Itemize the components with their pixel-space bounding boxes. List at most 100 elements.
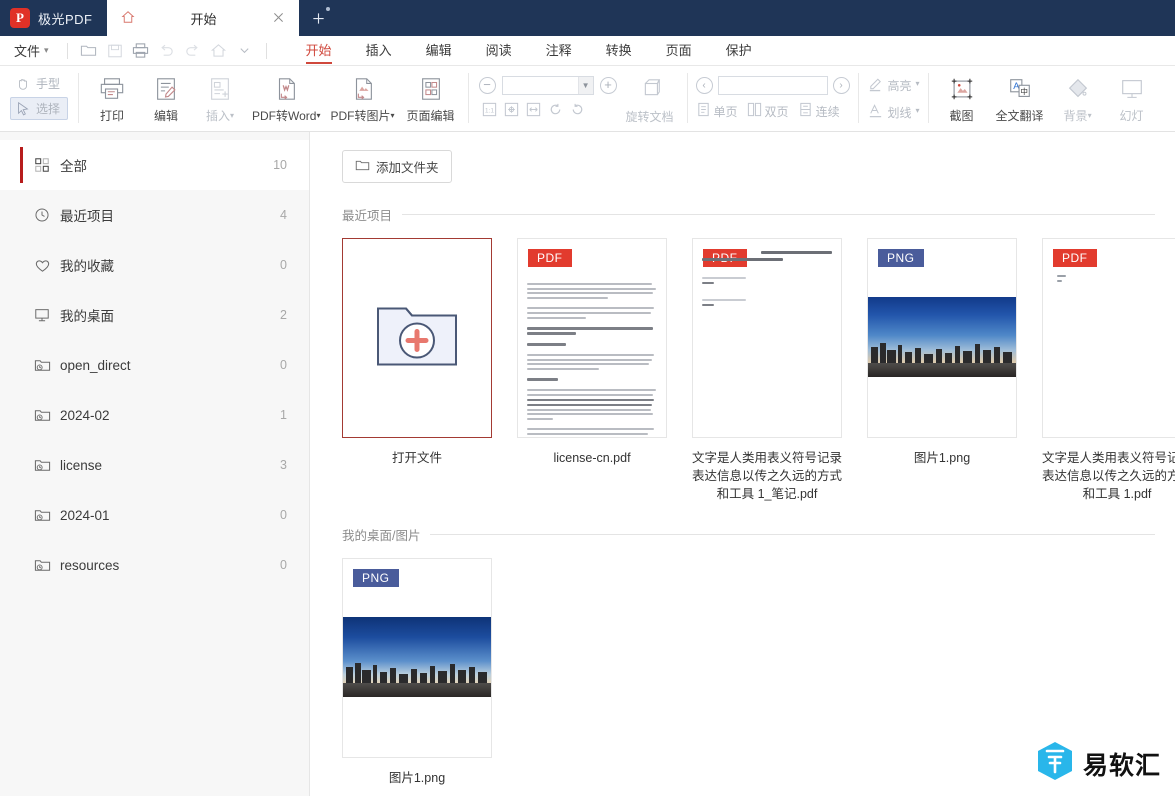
chevron-down-icon: ▾ xyxy=(44,45,49,55)
ribbon-tab-convert[interactable]: 转换 xyxy=(589,36,649,66)
continuous-page-button[interactable]: 连续 xyxy=(798,102,840,120)
close-icon[interactable] xyxy=(267,10,291,26)
hand-tool-button[interactable]: 手型 xyxy=(10,72,68,95)
select-tool-button[interactable]: 选择 xyxy=(10,97,69,120)
page-number-input[interactable] xyxy=(717,75,828,95)
sidebar-item-open-direct[interactable]: open_direct 0 xyxy=(0,340,309,390)
chevron-down-icon[interactable]: ▾ xyxy=(916,106,920,115)
section-header-desktop-images: 我的桌面/图片 xyxy=(342,525,1175,544)
print-icon xyxy=(99,74,125,104)
ribbon-tab-insert[interactable]: 插入 xyxy=(349,36,409,66)
document-tab-start[interactable]: 开始 xyxy=(106,0,299,36)
divider xyxy=(265,42,267,59)
sidebar-item-desktop[interactable]: 我的桌面 2 xyxy=(0,290,309,340)
ribbon-tab-read[interactable]: 阅读 xyxy=(469,36,529,66)
card-license-cn-pdf[interactable]: PDF license-cn.pdf xyxy=(517,238,667,503)
pdf-to-word-button[interactable]: PDF转Word▾ xyxy=(247,69,325,124)
screenshot-label: 截图 xyxy=(949,109,974,123)
svg-text:1:1: 1:1 xyxy=(484,107,494,114)
card-thumbnail[interactable]: PDF xyxy=(517,238,667,438)
file-type-badge: PNG xyxy=(878,249,924,267)
slideshow-button[interactable]: 幻灯 xyxy=(1105,69,1159,124)
sidebar-item-count: 4 xyxy=(280,208,287,222)
document-preview-lines xyxy=(1057,275,1175,284)
screenshot-button[interactable]: 截图 xyxy=(935,69,989,124)
more-chevron-icon[interactable] xyxy=(232,40,258,62)
open-folder-icon[interactable] xyxy=(76,40,102,62)
double-page-label: 双页 xyxy=(764,104,789,119)
sidebar-item-favorites[interactable]: 我的收藏 0 xyxy=(0,240,309,290)
insert-doc-icon xyxy=(207,74,233,104)
ribbon-tab-protect[interactable]: 保护 xyxy=(709,36,769,66)
sidebar-item-all[interactable]: 全部 10 xyxy=(0,140,309,190)
print-icon[interactable] xyxy=(128,40,154,62)
sidebar-item-resources[interactable]: resources 0 xyxy=(0,540,309,590)
highlighter-icon xyxy=(867,75,884,95)
card-image-png-recent[interactable]: PNG 图片1.png xyxy=(867,238,1017,503)
chevron-down-icon: ▾ xyxy=(230,111,235,120)
highlight-button[interactable]: 高亮 ▾ xyxy=(867,75,920,95)
actual-size-icon[interactable]: 1:1 xyxy=(481,101,498,118)
divider xyxy=(430,534,1155,536)
rotate-document-button[interactable]: 旋转文档 xyxy=(619,69,681,131)
fit-width-icon[interactable] xyxy=(525,101,542,118)
svg-text:中: 中 xyxy=(1020,86,1027,96)
chevron-right-icon[interactable]: › xyxy=(832,76,850,94)
divider xyxy=(927,73,929,123)
pdf-to-image-button[interactable]: PDF转图片▾ xyxy=(326,69,400,124)
card-thumbnail[interactable]: PDF xyxy=(692,238,842,438)
translate-label: 全文翻译 xyxy=(995,109,1044,123)
zoom-input[interactable]: ▼ xyxy=(501,75,594,95)
plus-icon[interactable] xyxy=(299,0,339,36)
sidebar-item-2024-01[interactable]: 2024-01 0 xyxy=(0,490,309,540)
slideshow-label: 幻灯 xyxy=(1119,109,1144,123)
card-blank-pdf[interactable]: PDF 文字是人类用表义符号记录表达信息以传之久远的方式和工具 1.pdf xyxy=(1042,238,1175,503)
sidebar-item-2024-02[interactable]: 2024-02 1 xyxy=(0,390,309,440)
rotate-cw-icon[interactable] xyxy=(569,101,586,118)
rotate-ccw-icon[interactable] xyxy=(547,101,564,118)
card-thumbnail[interactable]: PNG xyxy=(342,558,492,759)
ribbon-tab-page[interactable]: 页面 xyxy=(649,36,709,66)
newtab-dot-icon xyxy=(325,7,330,11)
card-notes-pdf[interactable]: PDF 文字是人类用表义符号记录表达信息以传之久远的方式和工具 1_笔记.pdf xyxy=(692,238,842,503)
ribbon-tab-edit[interactable]: 编辑 xyxy=(409,36,469,66)
underline-button[interactable]: 划线 ▾ xyxy=(867,102,920,122)
folder-plus-illustration-icon xyxy=(372,299,462,378)
ribbon-tab-start[interactable]: 开始 xyxy=(289,36,349,66)
add-folder-button[interactable]: 添加文件夹 xyxy=(342,150,452,183)
card-open-file[interactable]: 打开文件 xyxy=(342,238,492,503)
document-preview-lines xyxy=(702,251,832,309)
card-thumbnail[interactable] xyxy=(342,238,492,438)
background-button[interactable]: 背景▾ xyxy=(1051,69,1105,124)
menu-file-label: 文件 xyxy=(14,44,41,59)
print-button[interactable]: 打印 xyxy=(85,69,139,124)
single-page-button[interactable]: 单页 xyxy=(696,102,738,120)
menu-file-button[interactable]: 文件 ▾ xyxy=(14,41,59,60)
card-image-png-desktop[interactable]: PNG 图片1.png xyxy=(342,558,492,787)
card-thumbnail[interactable]: PNG xyxy=(867,238,1017,438)
photo-preview xyxy=(868,297,1016,377)
fit-page-icon[interactable] xyxy=(503,101,520,118)
home-icon[interactable] xyxy=(206,40,232,62)
ribbon-tab-annotate[interactable]: 注释 xyxy=(529,36,589,66)
divider xyxy=(467,73,469,123)
insert-button[interactable]: 插入▾ xyxy=(193,69,247,124)
folder-clock-icon xyxy=(34,357,60,374)
edit-label: 编辑 xyxy=(154,109,179,123)
underline-icon xyxy=(867,102,884,122)
double-page-button[interactable]: 双页 xyxy=(747,102,789,120)
translate-icon: A中 xyxy=(1007,74,1033,104)
edit-button[interactable]: 编辑 xyxy=(139,69,193,124)
zoom-in-button[interactable]: + xyxy=(599,76,617,94)
sidebar-item-recent[interactable]: 最近项目 4 xyxy=(0,190,309,240)
add-folder-label: 添加文件夹 xyxy=(376,161,439,175)
card-thumbnail[interactable]: PDF xyxy=(1042,238,1175,438)
translate-button[interactable]: A中 全文翻译 xyxy=(989,69,1051,124)
chevron-left-icon[interactable]: ‹ xyxy=(695,76,713,94)
menu-bar: 文件 ▾ 开始 插入 编辑 阅读 注释 转换 页面 保护 xyxy=(0,36,1175,66)
page-edit-button[interactable]: 页面编辑 xyxy=(400,69,462,124)
zoom-out-button[interactable]: − xyxy=(478,76,496,94)
chevron-down-icon[interactable]: ▾ xyxy=(916,79,920,88)
sidebar-item-license[interactable]: license 3 xyxy=(0,440,309,490)
chevron-down-icon[interactable]: ▼ xyxy=(577,76,593,94)
